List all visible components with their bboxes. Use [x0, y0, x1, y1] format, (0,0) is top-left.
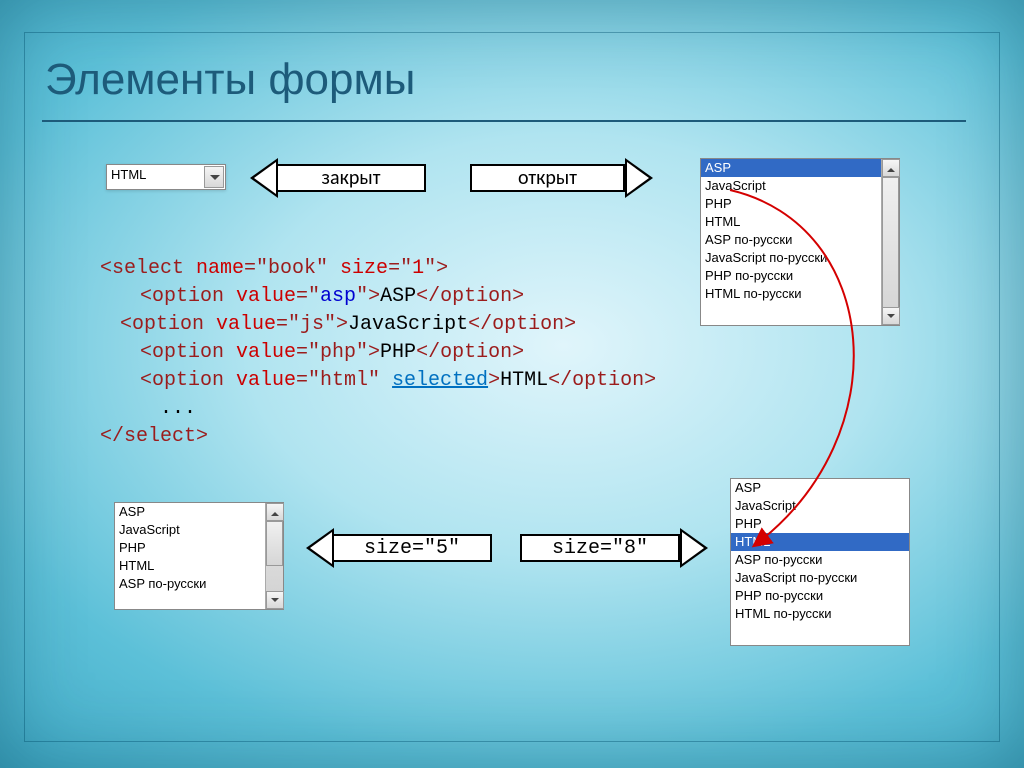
scroll-down-icon[interactable] — [266, 591, 284, 609]
list-item[interactable]: HTML — [701, 213, 899, 231]
arrow-right-head — [625, 158, 653, 198]
arrow-left-head — [306, 528, 334, 568]
scrollbar[interactable] — [881, 159, 899, 325]
select-closed-value: HTML — [111, 167, 146, 182]
slide-title: Элементы формы — [45, 55, 415, 105]
arrow-closed: закрыт — [250, 158, 430, 198]
arrow-size5-label: size="5" — [332, 534, 492, 562]
list-item[interactable]: PHP — [701, 195, 899, 213]
list-item[interactable]: ASP — [731, 479, 909, 497]
list-item[interactable]: PHP — [731, 515, 909, 533]
select-size5[interactable]: ASPJavaScriptPHPHTMLASP по-русски — [114, 502, 284, 610]
list-item[interactable]: PHP — [115, 539, 283, 557]
list-item[interactable]: HTML по-русски — [701, 285, 899, 303]
scroll-down-icon[interactable] — [882, 307, 900, 325]
list-item[interactable]: JavaScript по-русски — [701, 249, 899, 267]
scroll-up-icon[interactable] — [266, 503, 284, 521]
arrow-open-label: открыт — [470, 164, 625, 192]
scroll-thumb[interactable] — [882, 177, 899, 309]
scrollbar[interactable] — [265, 503, 283, 609]
arrow-size8: size="8" — [520, 528, 710, 568]
list-item[interactable]: JavaScript — [115, 521, 283, 539]
list-item[interactable]: ASP по-русски — [115, 575, 283, 593]
list-item[interactable]: ASP по-русски — [701, 231, 899, 249]
arrow-size5: size="5" — [306, 528, 496, 568]
list-item[interactable]: HTML — [115, 557, 283, 575]
list-item[interactable]: ASP — [701, 159, 899, 177]
scroll-up-icon[interactable] — [882, 159, 900, 177]
scroll-thumb[interactable] — [266, 521, 283, 566]
list-item[interactable]: PHP по-русски — [731, 587, 909, 605]
select-open[interactable]: ASPJavaScriptPHPHTMLASP по-русскиJavaScr… — [700, 158, 900, 326]
list-item[interactable]: JavaScript по-русски — [731, 569, 909, 587]
select-size8[interactable]: ASPJavaScriptPHPHTMLASP по-русскиJavaScr… — [730, 478, 910, 646]
list-item[interactable]: ASP — [115, 503, 283, 521]
title-underline — [42, 120, 966, 122]
list-item[interactable]: HTML по-русски — [731, 605, 909, 623]
arrow-closed-label: закрыт — [276, 164, 426, 192]
arrow-open: открыт — [470, 158, 655, 198]
select-closed[interactable]: HTML — [106, 164, 226, 190]
list-item[interactable]: JavaScript — [731, 497, 909, 515]
list-item[interactable]: PHP по-русски — [701, 267, 899, 285]
arrow-right-head — [680, 528, 708, 568]
arrow-size8-label: size="8" — [520, 534, 680, 562]
list-item[interactable]: ASP по-русски — [731, 551, 909, 569]
dropdown-button-icon[interactable] — [204, 166, 224, 188]
arrow-left-head — [250, 158, 278, 198]
list-item[interactable]: JavaScript — [701, 177, 899, 195]
code-block: <select name="book" size="1"> <option va… — [100, 255, 656, 451]
list-item[interactable]: HTML — [731, 533, 909, 551]
